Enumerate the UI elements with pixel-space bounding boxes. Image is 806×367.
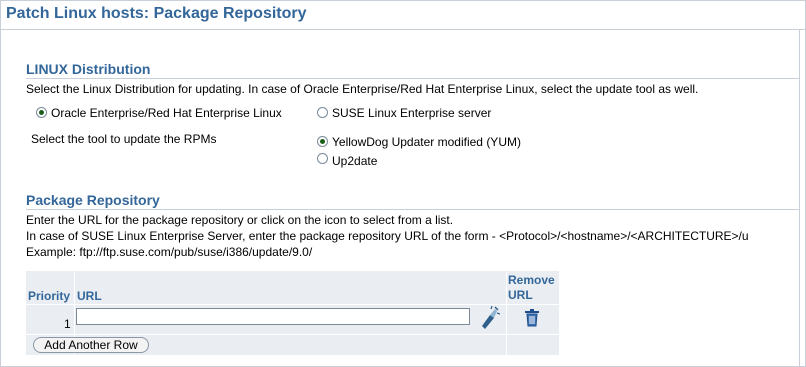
up2date-label: Up2date <box>332 154 378 168</box>
section-divider <box>26 209 799 210</box>
url-column-header: URL <box>77 289 102 303</box>
repo-instruction-line1: Enter the URL for the package repository… <box>26 213 454 227</box>
remove-column-header-line2: URL <box>508 288 533 302</box>
trash-icon[interactable] <box>524 309 540 327</box>
page-frame: Patch Linux hosts: Package Repository LI… <box>0 0 806 367</box>
up2date-radio[interactable] <box>317 153 328 164</box>
row-divider <box>26 304 559 305</box>
column-divider <box>506 271 507 355</box>
add-another-row-button[interactable]: Add Another Row <box>33 337 149 353</box>
oracle-redhat-radio[interactable] <box>36 107 47 118</box>
linux-distribution-heading: LINUX Distribution <box>26 61 151 77</box>
repo-example: Example: ftp://ftp.suse.com/pub/suse/i38… <box>26 245 313 259</box>
yum-radio[interactable] <box>317 136 328 147</box>
tool-select-label: Select the tool to update the RPMs <box>31 132 217 146</box>
remove-column-header-line1: Remove <box>508 273 555 287</box>
repo-instruction-line2: In case of SUSE Linux Enterprise Server,… <box>26 229 749 243</box>
oracle-redhat-label: Oracle Enterprise/Red Hat Enterprise Lin… <box>51 106 282 120</box>
flashlight-search-icon[interactable] <box>478 305 501 330</box>
yum-label: YellowDog Updater modified (YUM) <box>332 135 521 149</box>
row-divider <box>26 334 559 335</box>
priority-column-header: Priority <box>28 289 71 303</box>
title-divider <box>1 29 805 30</box>
package-repository-heading: Package Repository <box>26 192 160 208</box>
url-input[interactable] <box>76 308 470 325</box>
page-title: Patch Linux hosts: Package Repository <box>6 5 307 22</box>
suse-radio[interactable] <box>317 107 328 118</box>
priority-cell: 1 <box>64 317 71 331</box>
distribution-instruction: Select the Linux Distribution for updati… <box>26 82 699 96</box>
section-divider <box>26 78 799 79</box>
right-edge-divider <box>799 29 800 366</box>
suse-label: SUSE Linux Enterprise server <box>332 106 492 120</box>
